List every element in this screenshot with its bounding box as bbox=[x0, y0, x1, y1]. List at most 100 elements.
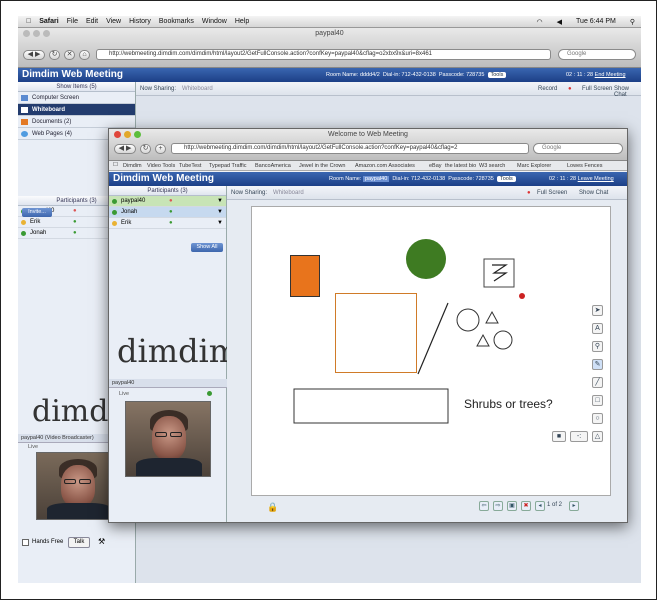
end-meeting-link[interactable]: End Meeting bbox=[595, 72, 626, 78]
fg-search-field[interactable]: Google bbox=[533, 143, 623, 154]
bookmark-item[interactable]: the latest bio bbox=[445, 163, 476, 169]
zoom-icon[interactable] bbox=[43, 30, 50, 37]
mic-icon[interactable]: ● bbox=[169, 218, 173, 229]
pointer-tool-icon[interactable]: ➤ bbox=[592, 305, 603, 316]
menu-window[interactable]: Window bbox=[202, 18, 227, 25]
menu-help[interactable]: Help bbox=[235, 18, 249, 25]
menu-history[interactable]: History bbox=[129, 18, 151, 25]
close-icon[interactable] bbox=[23, 30, 30, 37]
image-icon[interactable]: ▣ bbox=[507, 501, 517, 511]
circle-outline-shape[interactable] bbox=[493, 330, 513, 350]
rectangle-tool-icon[interactable]: □ bbox=[592, 395, 603, 406]
bg-window-title: paypal40 bbox=[315, 30, 344, 37]
apple-icon[interactable]:  bbox=[26, 18, 31, 25]
fg-full-screen[interactable]: Full Screen bbox=[537, 190, 567, 196]
outline-rectangle-shape[interactable] bbox=[293, 388, 449, 424]
participant-row[interactable]: Jonah ● ▼ bbox=[109, 207, 226, 218]
nav-computer-screen[interactable]: Computer Screen bbox=[18, 92, 135, 104]
nav-documents[interactable]: Documents (2) bbox=[18, 116, 135, 128]
prev-page-icon[interactable]: ⇦ bbox=[479, 501, 489, 511]
bg-tools-menu[interactable]: Tools bbox=[487, 72, 507, 78]
fg-reload-icon[interactable]: ↻ bbox=[140, 144, 151, 154]
next-page-icon[interactable]: ⇨ bbox=[493, 501, 503, 511]
chevron-down-icon[interactable]: ▼ bbox=[217, 196, 223, 207]
bookmark-item[interactable]: eBay bbox=[429, 163, 442, 169]
tool-icon[interactable]: ⚒ bbox=[98, 537, 105, 546]
chevron-down-icon[interactable]: ▼ bbox=[217, 218, 223, 229]
menu-view[interactable]: View bbox=[106, 18, 121, 25]
fg-add-bookmark-icon[interactable]: + bbox=[155, 144, 166, 154]
participant-row[interactable]: Erik ● ▼ bbox=[109, 218, 226, 229]
hands-free-checkbox[interactable] bbox=[22, 539, 29, 546]
stamp-tool-icon[interactable]: ⚲ bbox=[592, 341, 603, 352]
volume-icon[interactable]: ◀ bbox=[557, 18, 562, 26]
clock[interactable]: Tue 6:44 PM bbox=[576, 18, 616, 26]
fg-back-forward-button[interactable]: ◀ ▶ bbox=[114, 144, 136, 154]
minimize-icon[interactable] bbox=[124, 131, 131, 138]
pencil-tool-icon[interactable]: ✎ bbox=[592, 359, 603, 370]
triangle-tool-icon[interactable]: △ bbox=[592, 431, 603, 442]
bookmark-item[interactable]: BancoAmerica bbox=[255, 163, 291, 169]
delete-icon[interactable]: ✖ bbox=[521, 501, 531, 511]
menu-edit[interactable]: Edit bbox=[86, 18, 98, 25]
red-dot-shape[interactable] bbox=[519, 293, 525, 299]
bookmark-item[interactable]: Amazon.com Associates bbox=[355, 163, 415, 169]
home-icon[interactable]: ⌂ bbox=[79, 50, 90, 60]
fg-show-chat[interactable]: Show Chat bbox=[579, 190, 608, 196]
triangle-shape[interactable] bbox=[485, 310, 499, 324]
back-forward-button[interactable]: ◀ ▶ bbox=[23, 50, 45, 60]
menu-file[interactable]: File bbox=[67, 18, 78, 25]
slash-line-shape[interactable] bbox=[417, 302, 449, 375]
invite-button[interactable]: Invite... bbox=[22, 208, 52, 217]
color-picker-icon[interactable]: ■ bbox=[552, 431, 566, 442]
bookmark-item[interactable]: Typepad Traffic bbox=[209, 163, 247, 169]
bookmark-icon[interactable]: ☐ bbox=[113, 162, 118, 168]
wifi-icon[interactable]: ◠ bbox=[537, 18, 543, 26]
line-tool-icon[interactable]: ╱ bbox=[592, 377, 603, 388]
show-all-button[interactable]: Show All bbox=[191, 243, 223, 252]
circle-outline-shape[interactable] bbox=[456, 308, 480, 332]
bookmark-item[interactable]: TubeTest bbox=[179, 163, 201, 169]
lock-icon[interactable]: 🔒 bbox=[267, 502, 278, 513]
bookmark-item[interactable]: Lowes Fences bbox=[567, 163, 602, 169]
menu-app-name[interactable]: Safari bbox=[39, 18, 58, 25]
mic-icon[interactable]: ● bbox=[73, 228, 77, 239]
participant-row[interactable]: paypal40 ● ▼ bbox=[109, 196, 226, 207]
fg-browser-chrome: Welcome to Web Meeting ◀ ▶ ↻ + http://we… bbox=[109, 129, 627, 161]
page-forward-icon[interactable]: ▸ bbox=[569, 501, 579, 511]
line-width-stepper[interactable]: -: bbox=[570, 431, 588, 442]
bookmark-item[interactable]: Video Tools bbox=[147, 163, 175, 169]
talk-button[interactable]: Talk bbox=[68, 537, 90, 548]
bookmark-item[interactable]: Jewel in the Crown bbox=[299, 163, 345, 169]
fg-url-field[interactable]: http://webmeeting.dimdim.com/dimdim/html… bbox=[171, 143, 529, 154]
spotlight-icon[interactable]: ⚲ bbox=[630, 18, 635, 26]
bookmark-item[interactable]: Marc Explorer bbox=[517, 163, 551, 169]
whiteboard-text[interactable]: Shrubs or trees? bbox=[464, 397, 553, 411]
mic-icon[interactable]: ● bbox=[73, 206, 77, 217]
record-button[interactable]: Record bbox=[538, 86, 557, 92]
close-icon[interactable] bbox=[114, 131, 121, 138]
bookmark-item[interactable]: Dimdim bbox=[123, 163, 142, 169]
mic-icon[interactable]: ● bbox=[73, 217, 77, 228]
bg-search-field[interactable]: Google bbox=[558, 49, 636, 60]
leave-meeting-link[interactable]: Leave Meeting bbox=[578, 176, 614, 182]
minimize-icon[interactable] bbox=[33, 30, 40, 37]
reload-icon[interactable]: ↻ bbox=[49, 50, 60, 60]
chevron-down-icon[interactable]: ▼ bbox=[217, 207, 223, 218]
stop-icon[interactable]: ✕ bbox=[64, 50, 75, 60]
mic-icon[interactable]: ● bbox=[169, 196, 173, 207]
zoom-icon[interactable] bbox=[134, 131, 141, 138]
fg-tools-menu[interactable]: Tools bbox=[496, 176, 516, 182]
nav-whiteboard[interactable]: Whiteboard bbox=[18, 104, 135, 116]
mic-icon[interactable]: ● bbox=[169, 207, 173, 218]
menu-bookmarks[interactable]: Bookmarks bbox=[159, 18, 194, 25]
bg-full-screen[interactable]: Full Screen bbox=[582, 86, 612, 92]
bookmark-item[interactable]: W3 search bbox=[479, 163, 505, 169]
bg-url-field[interactable]: http://webmeeting.dimdim.com/dimdim/html… bbox=[96, 49, 551, 60]
ellipse-tool-icon[interactable]: ○ bbox=[592, 413, 603, 424]
whiteboard-canvas[interactable]: Shrubs or trees? ➤ A ⚲ ✎ ╱ □ ○ △ ■ -: bbox=[251, 206, 611, 496]
text-tool-icon[interactable]: A bbox=[592, 323, 603, 334]
squiggle-shape[interactable] bbox=[492, 264, 508, 282]
page-back-icon[interactable]: ◂ bbox=[535, 501, 545, 511]
triangle-shape[interactable] bbox=[476, 333, 490, 347]
